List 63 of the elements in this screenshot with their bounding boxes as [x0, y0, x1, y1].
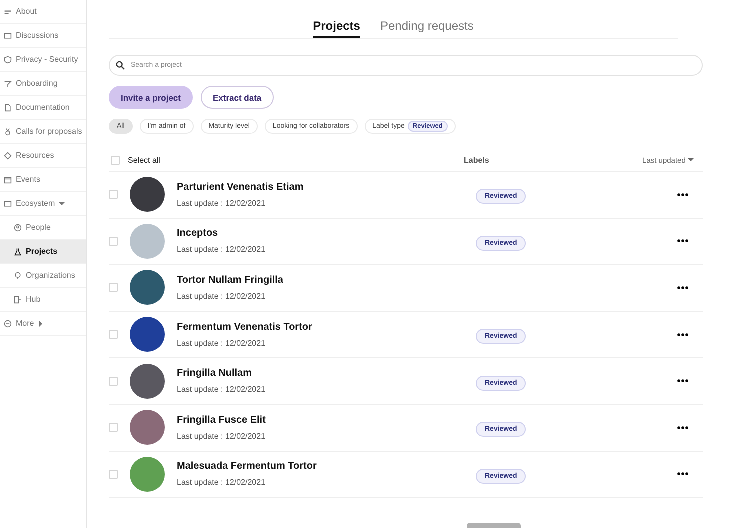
last-update: Last update : 12/02/2021	[177, 338, 267, 348]
project-name[interactable]: Fringilla Nullam	[177, 368, 266, 380]
checkbox[interactable]	[109, 376, 118, 386]
caret-icon	[59, 200, 66, 206]
sidebar-item[interactable]: Calls for proposals	[0, 120, 86, 144]
checkbox[interactable]	[109, 330, 118, 340]
sidebar-item[interactable]: More	[0, 312, 86, 336]
last-update: Last update : 12/02/2021	[177, 385, 266, 394]
scroll-handle[interactable]	[467, 523, 521, 528]
project-name[interactable]: Malesuada Fermentum Tortor	[177, 461, 317, 472]
last-update: Last update : 12/02/2021	[177, 432, 266, 441]
sidebar-item[interactable]: Documentation	[0, 96, 86, 120]
pin-icon	[14, 272, 22, 280]
medal-icon	[4, 128, 12, 136]
sidebar-item[interactable]: Events	[0, 168, 86, 192]
last-update: Last update : 12/02/2021	[177, 478, 267, 488]
last-update: Last update : 12/02/2021	[177, 245, 266, 254]
caret-icon	[38, 320, 44, 326]
more-icon[interactable]	[677, 379, 689, 384]
checkbox[interactable]	[109, 470, 118, 479]
sidebar-item[interactable]: Resources	[0, 144, 86, 168]
select-all-label: Select all	[128, 156, 160, 165]
more-icon[interactable]	[677, 286, 689, 290]
invite-button[interactable]: Invite a project	[109, 86, 193, 109]
more-icon[interactable]	[677, 472, 689, 476]
more-icon[interactable]	[677, 239, 689, 244]
sidebar-item[interactable]: Onboarding	[0, 72, 86, 96]
more-icon[interactable]	[677, 426, 689, 430]
flask-icon	[14, 248, 22, 256]
calendar-icon	[4, 176, 12, 184]
tab[interactable]: Projects	[313, 19, 360, 38]
project-name[interactable]: Inceptos	[177, 228, 266, 240]
checkbox[interactable]	[109, 423, 118, 432]
shield-icon	[4, 56, 12, 64]
extract-button[interactable]: Extract data	[201, 86, 274, 109]
checkbox[interactable]	[109, 236, 118, 246]
lines-icon	[4, 8, 12, 16]
sidebar-item[interactable]: Hub	[0, 288, 86, 312]
caret-icon	[688, 157, 694, 163]
sidebar-item[interactable]: Discussions	[0, 24, 86, 48]
checkbox[interactable]	[109, 283, 118, 292]
column-header: Labels	[464, 156, 490, 165]
sidebar-item[interactable]: Projects	[0, 240, 86, 264]
person-icon	[14, 224, 22, 232]
more-icon[interactable]	[677, 332, 689, 337]
last-update: Last update : 12/02/2021	[177, 198, 267, 208]
checkbox[interactable]	[111, 156, 120, 165]
diamond-icon	[4, 152, 12, 160]
last-update: Last update : 12/02/2021	[177, 292, 267, 301]
project-name[interactable]: Tortor Nullam Fringilla	[177, 274, 284, 286]
search-icon	[116, 61, 125, 70]
sidebar-item[interactable]: Privacy - Security	[0, 48, 86, 72]
doc-icon	[4, 104, 12, 112]
sidebar-item[interactable]: Organizations	[0, 264, 86, 288]
project-name[interactable]: Parturient Venenatis Etiam	[177, 182, 304, 193]
checkbox[interactable]	[109, 190, 118, 200]
more-icon[interactable]	[677, 192, 689, 197]
sidebar-item[interactable]: About	[0, 0, 86, 24]
project-name[interactable]: Fermentum Venenatis Tortor	[177, 322, 312, 333]
minus-icon	[4, 320, 12, 328]
sidebar-item[interactable]: Ecosystem	[0, 192, 86, 216]
tab[interactable]: Pending requests	[380, 19, 474, 38]
project-name[interactable]: Fringilla Fusce Elit	[177, 414, 266, 426]
